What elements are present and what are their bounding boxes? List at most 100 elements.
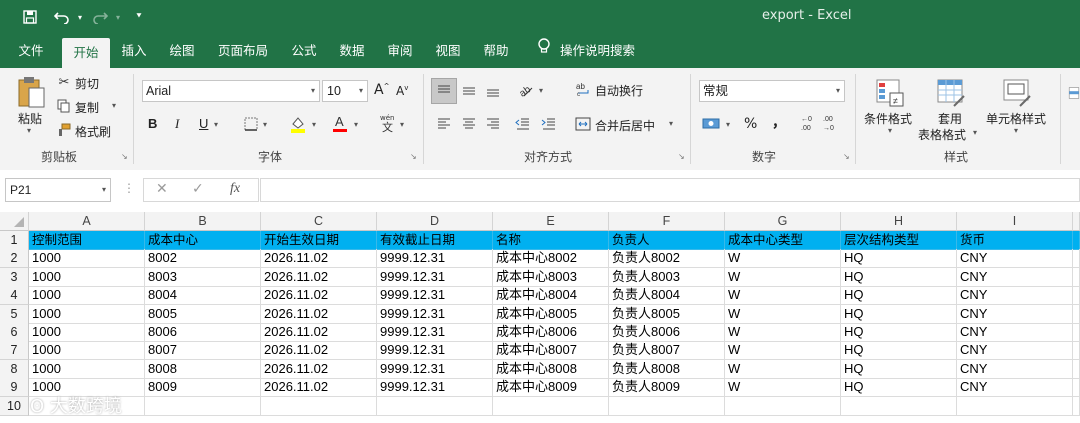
- empty-cell[interactable]: [1073, 359, 1080, 379]
- align-right-icon[interactable]: [482, 114, 504, 134]
- data-cell[interactable]: CNY: [957, 359, 1073, 379]
- empty-cell[interactable]: [145, 396, 261, 416]
- data-cell[interactable]: 8006: [145, 323, 261, 342]
- row-header[interactable]: 10: [0, 396, 29, 416]
- empty-cell[interactable]: [377, 396, 493, 416]
- tab-insert[interactable]: 插入: [114, 34, 154, 68]
- number-format-select[interactable]: 常规 ▾: [699, 80, 845, 102]
- data-cell[interactable]: HQ: [841, 286, 957, 306]
- column-header-h[interactable]: H: [841, 212, 957, 231]
- data-cell[interactable]: 1000: [29, 304, 145, 324]
- column-header-i[interactable]: I: [957, 212, 1073, 231]
- cut-button[interactable]: 剪切: [75, 75, 99, 92]
- column-header-e[interactable]: E: [493, 212, 609, 231]
- data-cell[interactable]: 8007: [145, 341, 261, 361]
- conditional-dropdown-icon[interactable]: ▾: [888, 126, 892, 135]
- column-header-g[interactable]: G: [725, 212, 841, 231]
- tell-me-search[interactable]: 操作说明搜索: [560, 34, 644, 68]
- data-cell[interactable]: 9999.12.31: [377, 359, 493, 379]
- data-cell[interactable]: 9999.12.31: [377, 267, 493, 287]
- data-cell[interactable]: 负责人8008: [609, 359, 725, 379]
- data-cell[interactable]: W: [725, 267, 841, 287]
- data-cell[interactable]: 8005: [145, 304, 261, 324]
- data-cell[interactable]: 成本中心8004: [493, 286, 609, 306]
- data-cell[interactable]: W: [725, 304, 841, 324]
- font-size-select[interactable]: 10 ▾: [322, 80, 368, 102]
- empty-cell[interactable]: [725, 396, 841, 416]
- header-cell[interactable]: 控制范围: [29, 231, 145, 250]
- insert-cells-icon[interactable]: [1068, 76, 1080, 110]
- data-cell[interactable]: 2026.11.02: [261, 304, 377, 324]
- font-launcher-icon[interactable]: ↘: [410, 152, 417, 161]
- data-cell[interactable]: 成本中心8002: [493, 249, 609, 269]
- data-cell[interactable]: 1000: [29, 249, 145, 269]
- percent-button[interactable]: %: [744, 116, 757, 132]
- paste-button[interactable]: 粘贴: [18, 110, 42, 127]
- align-left-icon[interactable]: [433, 114, 455, 134]
- data-cell[interactable]: CNY: [957, 341, 1073, 361]
- phonetic-icon[interactable]: wén 文: [376, 112, 400, 134]
- data-cell[interactable]: HQ: [841, 304, 957, 324]
- paste-dropdown-icon[interactable]: ▾: [27, 126, 31, 135]
- data-cell[interactable]: 成本中心8008: [493, 359, 609, 379]
- data-cell[interactable]: HQ: [841, 359, 957, 379]
- empty-cell[interactable]: [1073, 304, 1080, 324]
- data-cell[interactable]: W: [725, 249, 841, 269]
- tab-draw[interactable]: 绘图: [162, 34, 202, 68]
- tab-data[interactable]: 数据: [332, 34, 372, 68]
- empty-cell[interactable]: [1073, 249, 1080, 269]
- increase-indent-icon[interactable]: [538, 114, 560, 134]
- shrink-font-icon[interactable]: Av: [396, 84, 408, 98]
- empty-cell[interactable]: [493, 396, 609, 416]
- tab-review[interactable]: 审阅: [380, 34, 420, 68]
- data-cell[interactable]: 2026.11.02: [261, 323, 377, 342]
- data-cell[interactable]: HQ: [841, 341, 957, 361]
- data-cell[interactable]: 负责人8006: [609, 323, 725, 342]
- data-cell[interactable]: 成本中心8007: [493, 341, 609, 361]
- data-cell[interactable]: 1000: [29, 359, 145, 379]
- align-top-icon[interactable]: [431, 78, 457, 104]
- fill-color-dropdown-icon[interactable]: ▾: [312, 120, 316, 129]
- data-cell[interactable]: HQ: [841, 249, 957, 269]
- row-header[interactable]: 9: [0, 378, 29, 398]
- data-cell[interactable]: 2026.11.02: [261, 359, 377, 379]
- data-cell[interactable]: 9999.12.31: [377, 286, 493, 306]
- data-cell[interactable]: 2026.11.02: [261, 341, 377, 361]
- data-cell[interactable]: 9999.12.31: [377, 249, 493, 269]
- data-cell[interactable]: 负责人8009: [609, 378, 725, 398]
- tab-view[interactable]: 视图: [428, 34, 468, 68]
- decrease-decimal-icon[interactable]: .00 →0: [822, 112, 842, 134]
- data-cell[interactable]: CNY: [957, 378, 1073, 398]
- data-cell[interactable]: 8008: [145, 359, 261, 379]
- data-cell[interactable]: HQ: [841, 323, 957, 342]
- column-header-f[interactable]: F: [609, 212, 725, 231]
- data-cell[interactable]: 1000: [29, 323, 145, 342]
- data-cell[interactable]: 负责人8003: [609, 267, 725, 287]
- data-cell[interactable]: CNY: [957, 249, 1073, 269]
- comma-button[interactable]: ，: [772, 112, 786, 132]
- underline-dropdown-icon[interactable]: ▾: [214, 120, 218, 129]
- tab-help[interactable]: 帮助: [476, 34, 516, 68]
- data-cell[interactable]: 成本中心8006: [493, 323, 609, 342]
- data-cell[interactable]: 1000: [29, 267, 145, 287]
- bold-button[interactable]: B: [148, 116, 157, 131]
- font-color-dropdown-icon[interactable]: ▾: [354, 120, 358, 129]
- data-cell[interactable]: 9999.12.31: [377, 378, 493, 398]
- merge-dropdown-icon[interactable]: ▾: [669, 119, 673, 128]
- italic-button[interactable]: I: [175, 116, 179, 132]
- orientation-dropdown-icon[interactable]: ▾: [539, 86, 543, 95]
- data-cell[interactable]: 2026.11.02: [261, 267, 377, 287]
- row-header[interactable]: 1: [0, 231, 29, 250]
- column-header-b[interactable]: B: [145, 212, 261, 231]
- data-cell[interactable]: 成本中心8003: [493, 267, 609, 287]
- phonetic-dropdown-icon[interactable]: ▾: [400, 120, 404, 129]
- data-cell[interactable]: 2026.11.02: [261, 249, 377, 269]
- data-cell[interactable]: 2026.11.02: [261, 378, 377, 398]
- accounting-dropdown-icon[interactable]: ▾: [726, 120, 730, 129]
- row-header[interactable]: 4: [0, 286, 29, 306]
- data-cell[interactable]: 9999.12.31: [377, 304, 493, 324]
- borders-dropdown-icon[interactable]: ▾: [263, 120, 267, 129]
- data-cell[interactable]: 8003: [145, 267, 261, 287]
- insert-function-icon[interactable]: fx: [230, 181, 240, 197]
- data-cell[interactable]: HQ: [841, 267, 957, 287]
